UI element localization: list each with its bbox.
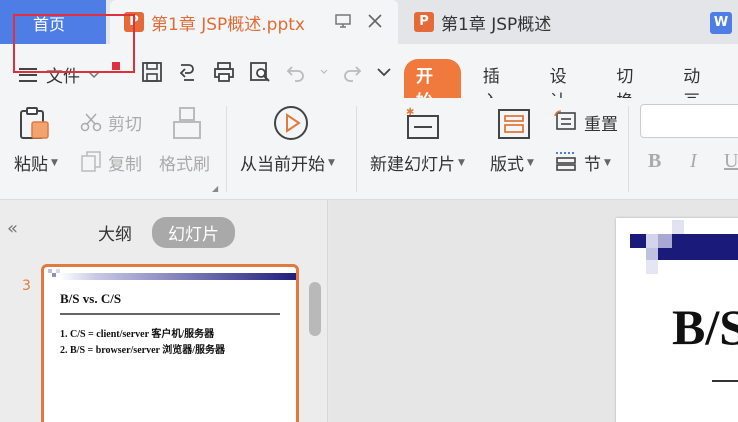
close-icon[interactable] <box>366 12 384 30</box>
new-slide-label: 新建幻灯片 <box>370 155 455 175</box>
view-switcher: 大纲 幻灯片 <box>88 217 235 248</box>
print-preview-icon[interactable] <box>248 60 272 84</box>
svg-text:✱: ✱ <box>406 107 414 118</box>
copy-icon[interactable] <box>80 150 102 172</box>
undo-dropdown-icon[interactable] <box>320 68 328 76</box>
caret-icon: ▼ <box>328 157 335 168</box>
slides-view-tab[interactable]: 幻灯片 <box>152 217 235 248</box>
annotation-marker <box>112 62 120 70</box>
italic-button[interactable]: I <box>690 150 697 173</box>
paste-label: 粘贴 <box>14 155 48 175</box>
section-label: 节 <box>584 155 601 175</box>
wps-writer-tab-icon[interactable]: W <box>710 12 732 34</box>
slide-navigation-panel: « 大纲 幻灯片 3 B/S vs. C/S 1. C/S = client/s… <box>0 200 328 422</box>
quick-access-toolbar <box>140 60 392 84</box>
slide-header-decoration <box>48 269 296 280</box>
active-document-title: 第1章 JSP概述.pptx <box>151 14 305 35</box>
other-document-title: 第1章 JSP概述 <box>441 14 552 35</box>
ribbon-separator <box>356 106 357 192</box>
slide-header-decoration <box>630 220 738 274</box>
slide-editing-canvas: B/S <box>329 200 738 422</box>
thumbnail-divider <box>60 313 280 315</box>
thumbnail-title: B/S vs. C/S <box>60 291 122 306</box>
bold-button[interactable]: B <box>648 150 661 173</box>
ribbon-separator <box>226 106 227 192</box>
layout-icon[interactable] <box>496 106 532 142</box>
other-document-tab[interactable]: P 第1章 JSP概述 <box>400 0 700 44</box>
reset-icon[interactable] <box>554 110 578 132</box>
ribbon-separator <box>628 106 629 192</box>
slide-thumbnail[interactable]: B/S vs. C/S 1. C/S = client/server 客户机/服… <box>41 264 299 422</box>
play-from-current-label: 从当前开始 <box>240 155 325 175</box>
font-name-input[interactable] <box>640 104 738 138</box>
slide-number: 3 <box>22 278 31 294</box>
outline-view-tab[interactable]: 大纲 <box>88 217 142 248</box>
paste-button[interactable]: 粘贴 ▼ <box>14 150 58 175</box>
copy-button[interactable]: 复制 <box>108 150 142 175</box>
collapse-panel-icon[interactable]: « <box>7 218 18 239</box>
slide-title[interactable]: B/S <box>672 298 738 356</box>
panel-scrollbar[interactable] <box>309 282 321 336</box>
layout-label: 版式 <box>490 155 524 175</box>
new-slide-button[interactable]: 新建幻灯片 ▼ <box>370 150 465 175</box>
caret-icon: ▼ <box>458 157 465 168</box>
ribbon-toolbar: 粘贴 ▼ 剪切 复制 格式刷 ◢ 从当前开始 ▼ ✱ 新建幻灯片 ▼ 版式 ▼ 重置 节… <box>0 98 738 200</box>
customize-toolbar-icon[interactable] <box>376 66 392 78</box>
caret-icon: ▼ <box>527 157 534 168</box>
section-button[interactable]: 节 ▼ <box>584 150 611 175</box>
format-painter-icon[interactable] <box>170 106 204 142</box>
undo-icon[interactable] <box>284 60 308 84</box>
underline-button[interactable]: U <box>724 150 738 173</box>
caret-icon: ▼ <box>604 157 611 168</box>
save-icon[interactable] <box>140 60 164 84</box>
scissors-icon[interactable] <box>80 112 102 132</box>
ppt-file-icon: P <box>414 12 434 32</box>
print-icon[interactable] <box>212 60 236 84</box>
active-document-tab[interactable]: P 第1章 JSP概述.pptx <box>110 0 398 44</box>
redo-icon[interactable] <box>340 60 364 84</box>
cut-button[interactable]: 剪切 <box>108 110 142 135</box>
thumbnail-bullet-2: 2. B/S = browser/server 浏览器/服务器 <box>60 345 226 356</box>
monitor-icon[interactable] <box>334 12 352 30</box>
play-from-current-button[interactable]: 从当前开始 ▼ <box>240 150 335 175</box>
new-slide-icon[interactable]: ✱ <box>404 106 442 142</box>
export-icon[interactable] <box>176 60 200 84</box>
slide-divider <box>712 380 738 382</box>
layout-button[interactable]: 版式 ▼ <box>490 150 534 175</box>
reset-button[interactable]: 重置 <box>584 110 618 135</box>
section-icon[interactable] <box>554 150 578 172</box>
current-slide[interactable]: B/S <box>616 218 738 422</box>
play-icon[interactable] <box>272 104 310 142</box>
thumbnail-bullet-1: 1. C/S = client/server 客户机/服务器 <box>60 329 215 340</box>
paste-icon[interactable] <box>18 106 52 142</box>
caret-icon: ▼ <box>51 157 58 168</box>
format-painter-button[interactable]: 格式刷 <box>159 150 210 175</box>
dialog-launcher-icon[interactable]: ◢ <box>212 184 218 193</box>
